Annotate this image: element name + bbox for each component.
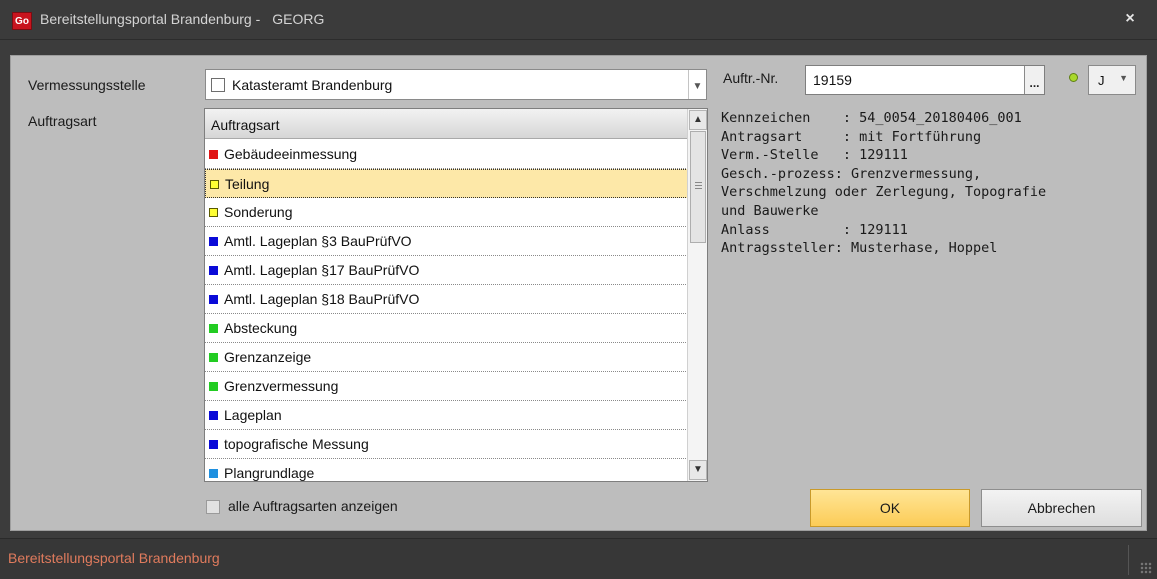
color-swatch-icon	[209, 324, 218, 333]
list-item[interactable]: Gebäudeeinmessung	[205, 140, 688, 169]
vermessungsstelle-value: Katasteramt Brandenburg	[232, 77, 393, 93]
browse-button[interactable]: ...	[1024, 66, 1044, 94]
list-item[interactable]: Amtl. Lageplan §3 BauPrüfVO	[205, 227, 688, 256]
info-line: Kennzeichen : 54_0054_20180406_001	[721, 110, 1022, 126]
color-swatch-icon	[209, 411, 218, 420]
color-swatch-icon	[209, 266, 218, 275]
chevron-down-icon: ▼	[1119, 73, 1128, 83]
list-item-label: Lageplan	[224, 407, 282, 423]
info-line: Gesch.-prozess: Grenzvermessung,	[721, 165, 982, 182]
info-line: Antragssteller: Musterhase, Hoppel	[721, 240, 998, 257]
list-item-label: Grenzvermessung	[224, 378, 339, 394]
list-header-label: Auftragsart	[211, 117, 280, 133]
list-item-label: Plangrundlage	[224, 465, 315, 481]
app-logo-icon: Go	[12, 12, 32, 30]
order-info-text: Kennzeichen : 54_0054_20180406_001 Antrag…	[721, 109, 1046, 258]
auftr-nr-input[interactable]	[806, 66, 1024, 94]
status-led-icon	[1069, 73, 1078, 82]
auftragsart-label: Auftragsart	[28, 113, 97, 129]
list-item-label: Amtl. Lageplan §3 BauPrüfVO	[224, 233, 412, 249]
list-item[interactable]: Plangrundlage	[205, 459, 688, 481]
show-all-label: alle Auftragsarten anzeigen	[228, 498, 398, 514]
resize-grip-icon[interactable]	[1140, 562, 1152, 574]
list-item[interactable]: Grenzanzeige	[205, 343, 688, 372]
auftr-nr-field[interactable]: ...	[805, 65, 1045, 95]
color-swatch-icon	[209, 353, 218, 362]
list-column-header[interactable]: Auftragsart	[205, 109, 688, 139]
j-dropdown-value: J	[1098, 73, 1105, 88]
chevron-down-icon[interactable]: ▼	[688, 70, 706, 99]
window-title-text: Bereitstellungsportal Brandenburg -	[40, 11, 261, 27]
ok-button[interactable]: OK	[810, 489, 970, 527]
list-item[interactable]: topografische Messung	[205, 430, 688, 459]
status-divider	[1128, 545, 1129, 575]
list-item-label: Sonderung	[224, 204, 293, 220]
vermessungsstelle-checkbox[interactable]	[211, 78, 225, 92]
j-dropdown[interactable]: J ▼	[1088, 65, 1136, 95]
info-line: Verm.-Stelle : 129111	[721, 147, 908, 164]
color-swatch-icon	[209, 382, 218, 391]
list-item[interactable]: Absteckung	[205, 314, 688, 343]
status-text: Bereitstellungsportal Brandenburg	[8, 550, 220, 566]
info-line: Antragsart : mit Fortführung	[721, 128, 982, 145]
list-item[interactable]: Teilung	[205, 169, 688, 198]
show-all-checkbox[interactable]	[206, 500, 220, 514]
title-bar: Go Bereitstellungsportal Brandenburg - GE…	[0, 0, 1157, 40]
list-item[interactable]: Grenzvermessung	[205, 372, 688, 401]
color-swatch-icon	[209, 208, 218, 217]
list-rows: Gebäudeeinmessung Teilung Sonderung Amtl. L…	[205, 140, 688, 481]
window-subtitle: GEORG	[272, 11, 325, 27]
scroll-thumb[interactable]	[690, 131, 706, 243]
list-item-label: Gebäudeeinmessung	[224, 146, 358, 162]
scroll-down-icon[interactable]: ▼	[689, 460, 707, 480]
vermessungsstelle-combo[interactable]: Katasteramt Brandenburg ▼	[205, 69, 707, 100]
vermessungsstelle-label: Vermessungsstelle	[28, 77, 146, 93]
list-item[interactable]: Lageplan	[205, 401, 688, 430]
color-swatch-icon	[209, 295, 218, 304]
color-swatch-icon	[209, 150, 218, 159]
list-item-label: Absteckung	[224, 320, 298, 336]
color-swatch-icon	[209, 469, 218, 478]
color-swatch-icon	[209, 440, 218, 449]
dialog-body: Vermessungsstelle Auftragsart Katasteram…	[10, 55, 1147, 531]
close-button[interactable]: ×	[1121, 10, 1139, 28]
vertical-scrollbar[interactable]: ▲ ▼	[687, 109, 707, 481]
list-item-label: Teilung	[225, 176, 270, 192]
info-line: Anlass : 129111	[721, 221, 908, 238]
list-item[interactable]: Amtl. Lageplan §18 BauPrüfVO	[205, 285, 688, 314]
cancel-button[interactable]: Abbrechen	[981, 489, 1142, 527]
info-line: Verschmelzung oder Zerlegung, Topografie	[721, 184, 1047, 201]
auftr-nr-label: Auftr.-Nr.	[723, 70, 779, 86]
list-item-label: Amtl. Lageplan §18 BauPrüfVO	[224, 291, 420, 307]
grip-icon	[695, 182, 702, 183]
list-item-label: topografische Messung	[224, 436, 369, 452]
scroll-up-icon[interactable]: ▲	[689, 110, 707, 130]
list-item[interactable]: Amtl. Lageplan §17 BauPrüfVO	[205, 256, 688, 285]
info-line: und Bauwerke	[721, 202, 819, 219]
color-swatch-icon	[210, 180, 219, 189]
status-bar: Bereitstellungsportal Brandenburg	[0, 538, 1157, 579]
list-item-label: Grenzanzeige	[224, 349, 312, 365]
auftragsart-list[interactable]: Auftragsart Gebäudeeinmessung Teilung Sond…	[204, 108, 708, 482]
list-item-label: Amtl. Lageplan §17 BauPrüfVO	[224, 262, 420, 278]
color-swatch-icon	[209, 237, 218, 246]
list-item[interactable]: Sonderung	[205, 198, 688, 227]
window-title: Bereitstellungsportal Brandenburg - GEORG	[40, 11, 324, 27]
